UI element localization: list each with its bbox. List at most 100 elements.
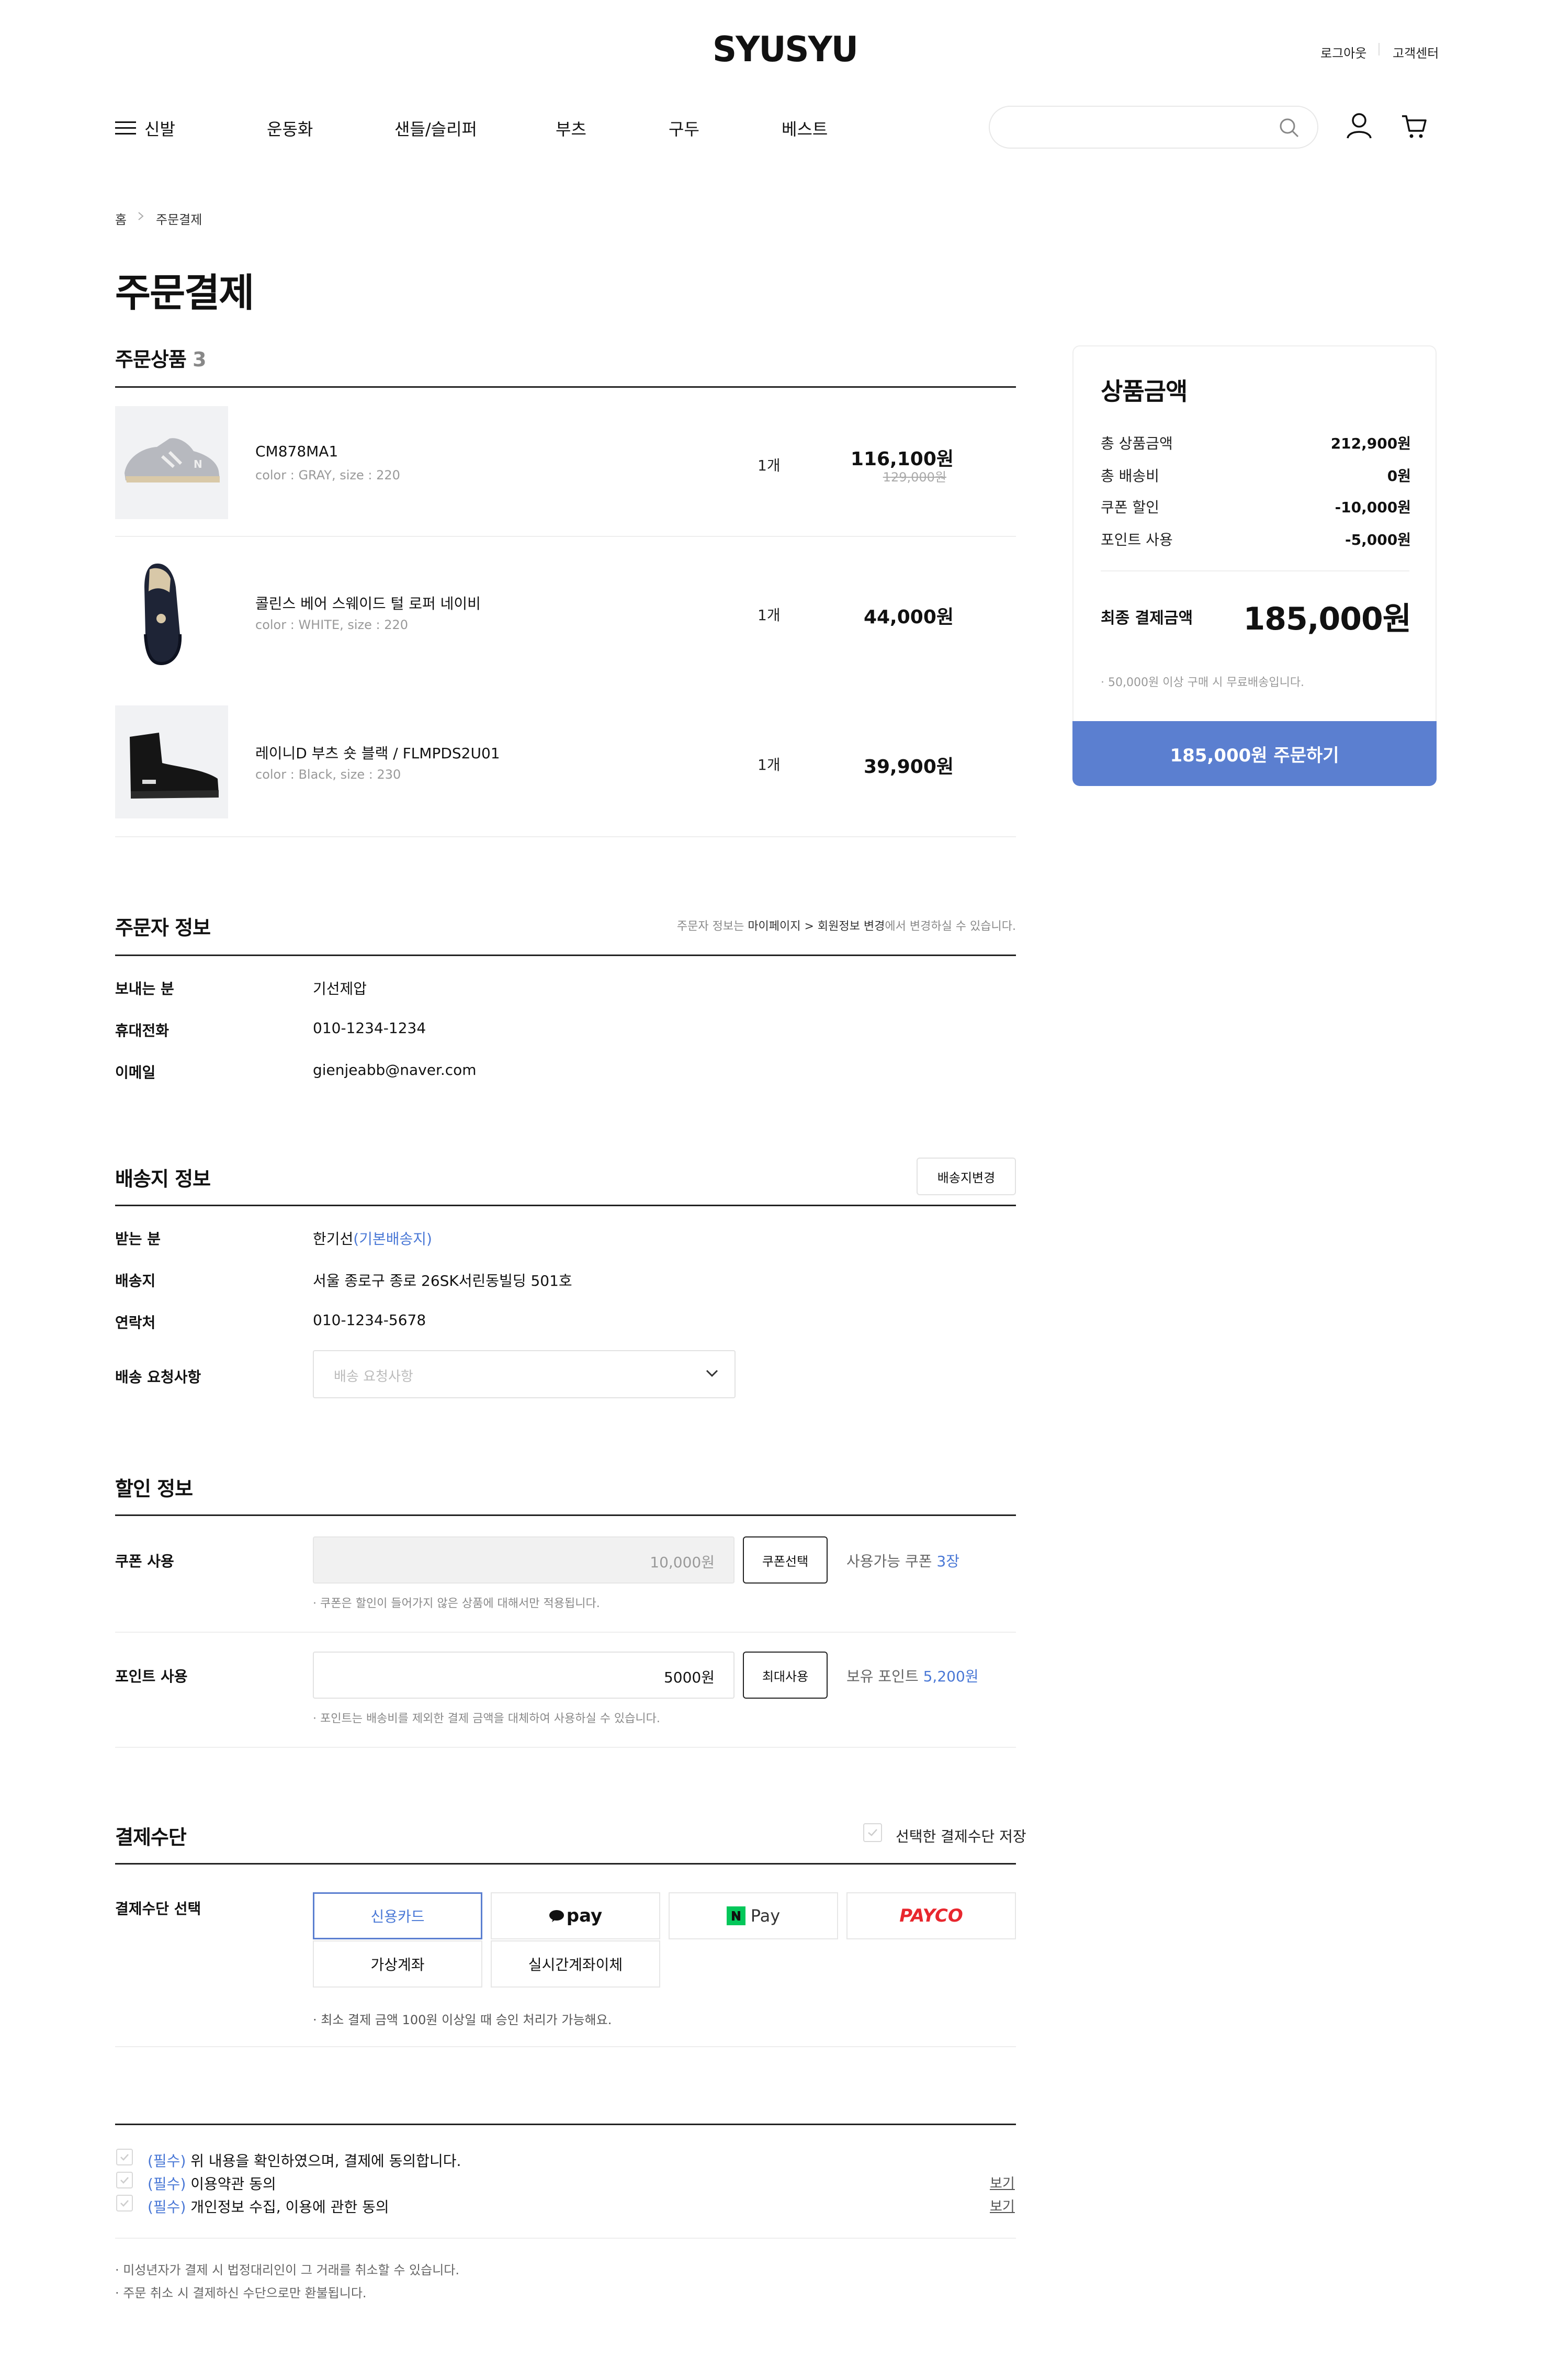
check-icon [120,2177,129,2184]
point-input-value: 5000원 [663,1669,715,1686]
summary-value: 0원 [1387,467,1411,485]
receiver-label: 받는 분 [115,1230,161,1248]
product-image[interactable]: N [115,406,228,519]
agree-checkbox[interactable] [116,2195,133,2211]
nav-item-best[interactable]: 베스트 [782,116,828,140]
product-name[interactable]: 콜린스 베어 스웨이드 털 로퍼 네이비 [255,592,481,613]
summary-label: 총 배송비 [1101,467,1159,485]
nav-item-sneakers[interactable]: 운동화 [267,116,313,140]
phone-label: 휴대전화 [115,1022,170,1039]
product-option: color : Black, size : 230 [255,767,401,782]
delivery-request-placeholder: 배송 요청사항 [334,1369,413,1385]
free-shipping-note: · 50,000원 이상 구매 시 무료배송입니다. [1101,676,1305,689]
orderer-note: 주문자 정보는 마이페이지 > 회원정보 변경에서 변경하실 수 있습니다. [676,920,1016,933]
check-icon [120,2154,129,2161]
point-note: · 포인트는 배송비를 제외한 결제 금액을 대체하여 사용하실 수 있습니다. [313,1712,660,1725]
divider [115,1863,1016,1865]
contact-label: 연락처 [115,1314,156,1331]
view-privacy-link[interactable]: 보기 [990,2196,1015,2215]
select-coupon-button[interactable]: 쿠폰선택 [743,1536,828,1584]
coupon-note: · 쿠폰은 할인이 들어가지 않은 상품에 대해서만 적용됩니다. [313,1597,600,1610]
address-value: 서울 종로구 종로 26SK서린동빌딩 501호 [313,1272,572,1289]
agree-text: (필수) 이용약관 동의 [148,2175,276,2193]
logout-link[interactable]: 로그아웃 [1320,43,1366,61]
change-address-button[interactable]: 배송지변경 [917,1158,1016,1195]
place-order-button[interactable]: 185,000원 주문하기 [1072,721,1437,786]
check-icon [868,1829,877,1836]
divider [115,536,1016,537]
kakao-bubble-icon [549,1910,564,1922]
products-count: 3 [193,348,206,371]
util-divider [1378,43,1380,55]
product-image[interactable] [115,556,228,669]
summary-title: 상품금액 [1101,377,1188,406]
products-title: 주문상품 3 [115,348,207,371]
save-payment-label: 선택한 결제수단 저장 [896,1828,1026,1845]
site-logo[interactable]: SYUSYU [713,29,858,70]
divider [115,1205,1016,1206]
pay-method-card[interactable]: 신용카드 [313,1892,482,1939]
shipping-title: 배송지 정보 [115,1167,211,1191]
contact-value: 010-1234-5678 [313,1311,426,1329]
product-name[interactable]: CM878MA1 [255,443,338,460]
agree-checkbox[interactable] [116,2149,133,2165]
search-icon[interactable] [1279,117,1300,138]
delivery-request-select[interactable]: 배송 요청사항 [313,1350,736,1398]
product-name[interactable]: 레이니D 부츠 숏 블랙 / FLMPDS2U01 [255,742,500,763]
max-point-button[interactable]: 최대사용 [743,1652,828,1699]
view-terms-link[interactable]: 보기 [990,2173,1015,2192]
summary-label: 총 상품금액 [1101,435,1173,452]
sender-label: 보내는 분 [115,980,174,997]
address-label: 배송지 [115,1272,156,1289]
agree-text: (필수) 위 내용을 확인하였으며, 결제에 동의합니다. [148,2152,461,2170]
hamburger-icon[interactable] [115,120,136,136]
divider [1101,570,1409,571]
coupon-amount-value: 10,000원 [650,1554,715,1571]
search-input[interactable] [989,106,1318,149]
pay-method-payco[interactable]: PAYCO [846,1892,1016,1939]
product-original-price: 129,000원 [883,470,946,485]
pay-method-kakaopay[interactable]: pay [491,1892,660,1939]
product-option: color : WHITE, size : 220 [255,618,409,632]
pay-method-bank-transfer[interactable]: 실시간계좌이체 [491,1940,660,1988]
mypage-link[interactable]: 마이페이지 > 회원정보 변경 [748,920,885,933]
email-label: 이메일 [115,1064,156,1081]
product-price: 39,900원 [863,756,954,778]
product-image[interactable] [115,705,228,818]
pay-method-naverpay[interactable]: Pay [669,1892,838,1939]
divider [115,2238,1016,2239]
nav-item-shoes[interactable]: 신발 [144,116,175,140]
pay-method-virtual-account[interactable]: 가상계좌 [313,1940,482,1988]
check-icon [120,2200,129,2207]
support-link[interactable]: 고객센터 [1393,43,1439,61]
save-payment-checkbox[interactable] [863,1823,882,1842]
product-qty: 1개 [758,607,781,624]
nav-item-sandals[interactable]: 샌들/슬리퍼 [394,116,477,140]
breadcrumb-current: 주문결제 [156,212,202,227]
user-icon[interactable] [1346,112,1373,139]
email-value: gienjeabb@naver.com [313,1061,477,1079]
nav-item-dress-shoes[interactable]: 구두 [669,116,699,140]
orderer-title: 주문자 정보 [115,916,211,939]
breadcrumb-home[interactable]: 홈 [115,209,127,228]
summary-value: -5,000원 [1345,531,1411,548]
divider [115,2046,1016,2047]
product-price: 44,000원 [863,607,954,628]
sender-value: 기선제압 [313,980,367,997]
footnote: · 미성년자가 결제 시 법정대리인이 그 거래를 취소할 수 있습니다. [115,2263,459,2277]
available-points: 보유 포인트 5,200원 [846,1668,979,1685]
agree-text: (필수) 개인정보 수집, 이용에 관한 동의 [148,2198,389,2216]
agree-checkbox[interactable] [116,2172,133,2188]
summary-label: 포인트 사용 [1101,531,1173,548]
delivery-request-label: 배송 요청사항 [115,1368,201,1386]
order-summary-card [1072,345,1437,786]
nav-item-boots[interactable]: 부츠 [556,116,586,140]
divider [115,2124,1016,2125]
product-option: color : GRAY, size : 220 [255,468,400,482]
point-input[interactable]: 5000원 [313,1652,735,1699]
chevron-right-icon [137,211,144,221]
cart-icon[interactable] [1401,113,1428,140]
summary-value: 212,900원 [1330,435,1411,452]
point-label: 포인트 사용 [115,1668,188,1685]
